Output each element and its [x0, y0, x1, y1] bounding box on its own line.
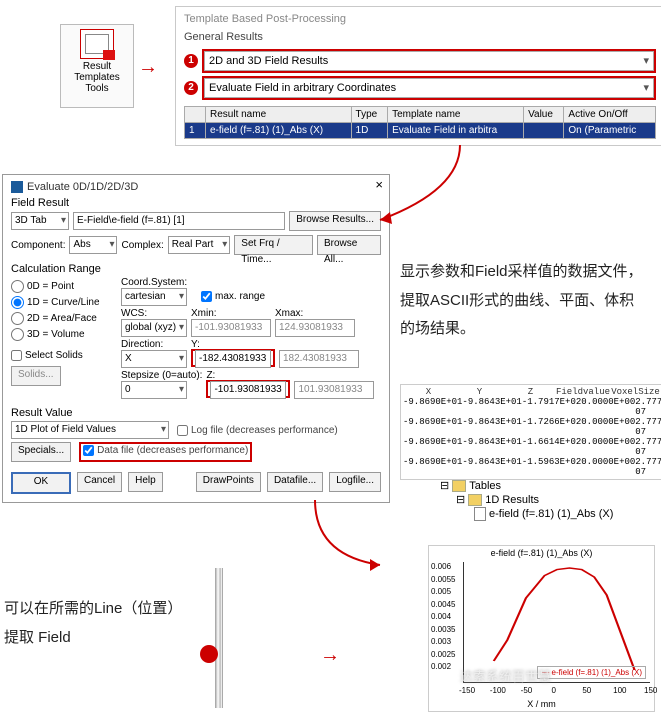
chart-title: e-field (f=.81) (1)_Abs (X)	[429, 548, 654, 558]
complex-select[interactable]: Real Part	[168, 236, 231, 254]
ok-button[interactable]: OK	[11, 472, 71, 494]
arrow-right-icon: →	[138, 56, 158, 79]
document-icon	[474, 507, 486, 521]
wcs-select[interactable]: global (xyz)	[121, 319, 187, 337]
y2-input[interactable]: 182.43081933	[279, 350, 359, 368]
tree-1d-results[interactable]: ⊟1D Results	[456, 493, 613, 506]
wcs-label: WCS:	[121, 308, 187, 319]
results-table: Result name Type Template name Value Act…	[184, 106, 656, 139]
xmin-label: Xmin:	[191, 308, 271, 319]
plot-select[interactable]: 1D Plot of Field Values	[11, 421, 169, 439]
chart-plot-area	[463, 562, 650, 683]
y-input[interactable]: -182.43081933	[195, 350, 271, 368]
result-templates-icon	[80, 29, 114, 59]
annotation-left: 可以在所需的Line（位置） 提取 Field	[4, 595, 182, 652]
bullet-1: 1	[184, 54, 198, 68]
result-templates-tools-button[interactable]: Result Templates Tools	[60, 24, 134, 108]
annotation-right: 显示参数和Field采样值的数据文件， 提取ASCII形式的曲线、平面、体积 的…	[400, 258, 650, 344]
chart-xlabel: X / mm	[429, 699, 654, 709]
folder-icon	[452, 480, 466, 492]
max-range-check[interactable]: max. range	[201, 291, 265, 302]
direction-select[interactable]: X	[121, 350, 187, 368]
line-geometry-graphic	[215, 568, 223, 708]
datafile-check[interactable]: Data file (decreases performance)	[83, 445, 248, 456]
toolbtn-l2: Templates	[61, 72, 133, 83]
xmin-input[interactable]: -101.93081933	[191, 319, 271, 337]
chart-legend: — e-field (f=.81) (1)_Abs (X)	[537, 666, 646, 679]
logfile-button[interactable]: Logfile...	[329, 472, 381, 492]
close-icon[interactable]: ×	[375, 177, 383, 192]
col-type[interactable]: Type	[351, 107, 388, 123]
probe-point-icon	[200, 645, 218, 663]
z-input[interactable]: -101.93081933	[210, 381, 286, 399]
toolbtn-l1: Result	[61, 61, 133, 72]
component-label: Component:	[11, 240, 65, 251]
tree-leaf[interactable]: e-field (f=.81) (1)_Abs (X)	[474, 507, 613, 521]
select-solids-check[interactable]: Select Solids	[11, 350, 83, 361]
evaluate-title: Evaluate 0D/1D/2D/3D	[27, 181, 138, 193]
radio-1d[interactable]: 1D = Curve/Line	[11, 296, 115, 309]
coord-system-select[interactable]: cartesian	[121, 288, 187, 306]
coord-system-label: Coord.System:	[121, 277, 181, 288]
radio-2d[interactable]: 2D = Area/Face	[11, 312, 115, 325]
chart-curve	[464, 562, 650, 682]
help-button[interactable]: Help	[128, 472, 163, 492]
col-active[interactable]: Active On/Off	[564, 107, 656, 123]
browse-results-button[interactable]: Browse Results...	[289, 211, 381, 231]
browse-all-button[interactable]: Browse All...	[317, 235, 381, 255]
bullet-2: 2	[184, 81, 198, 95]
ascii-data-preview: XYZFieldvalueVoxelSize -9.8690E+01-9.864…	[400, 384, 661, 480]
datafile-button[interactable]: Datafile...	[267, 472, 323, 492]
tab-select[interactable]: 3D Tab	[11, 212, 69, 230]
solids-button[interactable]: Solids...	[11, 366, 61, 386]
xmax-label: Xmax:	[275, 308, 355, 319]
col-result-name[interactable]: Result name	[206, 107, 352, 123]
field-results-dropdown[interactable]: 2D and 3D Field Results	[204, 51, 654, 71]
folder-icon	[468, 494, 482, 506]
component-select[interactable]: Abs	[69, 236, 117, 254]
specials-button[interactable]: Specials...	[11, 442, 71, 462]
col-template-name[interactable]: Template name	[388, 107, 524, 123]
table-row[interactable]: 1 e-field (f=.81) (1)_Abs (X) 1D Evaluat…	[185, 123, 656, 139]
connector-arrow	[310, 495, 390, 575]
results-tree: ⊟Tables ⊟1D Results e-field (f=.81) (1)_…	[440, 478, 613, 522]
stepsize-input[interactable]: 0	[121, 381, 187, 399]
result-value-label: Result Value	[11, 407, 381, 419]
evaluate-field-dropdown[interactable]: Evaluate Field in arbitrary Coordinates	[204, 78, 654, 98]
direction-label: Direction:	[121, 339, 187, 350]
radio-3d[interactable]: 3D = Volume	[11, 328, 115, 341]
drawpoints-button[interactable]: DrawPoints	[196, 472, 261, 492]
xmax-input[interactable]: 124.93081933	[275, 319, 355, 337]
field-path-input[interactable]: E-Field\e-field (f=.81) [1]	[73, 212, 285, 230]
stepsize-label: Stepsize (0=auto):	[121, 370, 202, 381]
cancel-button[interactable]: Cancel	[77, 472, 122, 492]
arrow-right-icon: →	[320, 644, 340, 667]
set-frq-button[interactable]: Set Frq / Time...	[234, 235, 313, 255]
logfile-check[interactable]: Log file (decreases performance)	[177, 425, 338, 436]
post-processing-window: Template Based Post-Processing General R…	[175, 6, 661, 146]
tree-tables[interactable]: ⊟Tables	[440, 479, 613, 492]
evaluate-dialog: Evaluate 0D/1D/2D/3D × Field Result 3D T…	[2, 174, 390, 503]
col-value[interactable]: Value	[524, 107, 564, 123]
toolbtn-l3: Tools	[61, 83, 133, 94]
radio-0d[interactable]: 0D = Point	[11, 280, 115, 293]
z2-input[interactable]: 101.93081933	[294, 381, 374, 399]
pp-title: Template Based Post-Processing	[184, 13, 656, 25]
field-result-label: Field Result	[11, 197, 381, 209]
complex-label: Complex:	[121, 240, 163, 251]
pp-general-label: General Results	[184, 31, 656, 43]
efield-chart: e-field (f=.81) (1)_Abs (X) — e-field (f…	[428, 545, 655, 712]
app-icon	[11, 181, 23, 193]
watermark: 达索系统百世慧	[460, 666, 551, 685]
